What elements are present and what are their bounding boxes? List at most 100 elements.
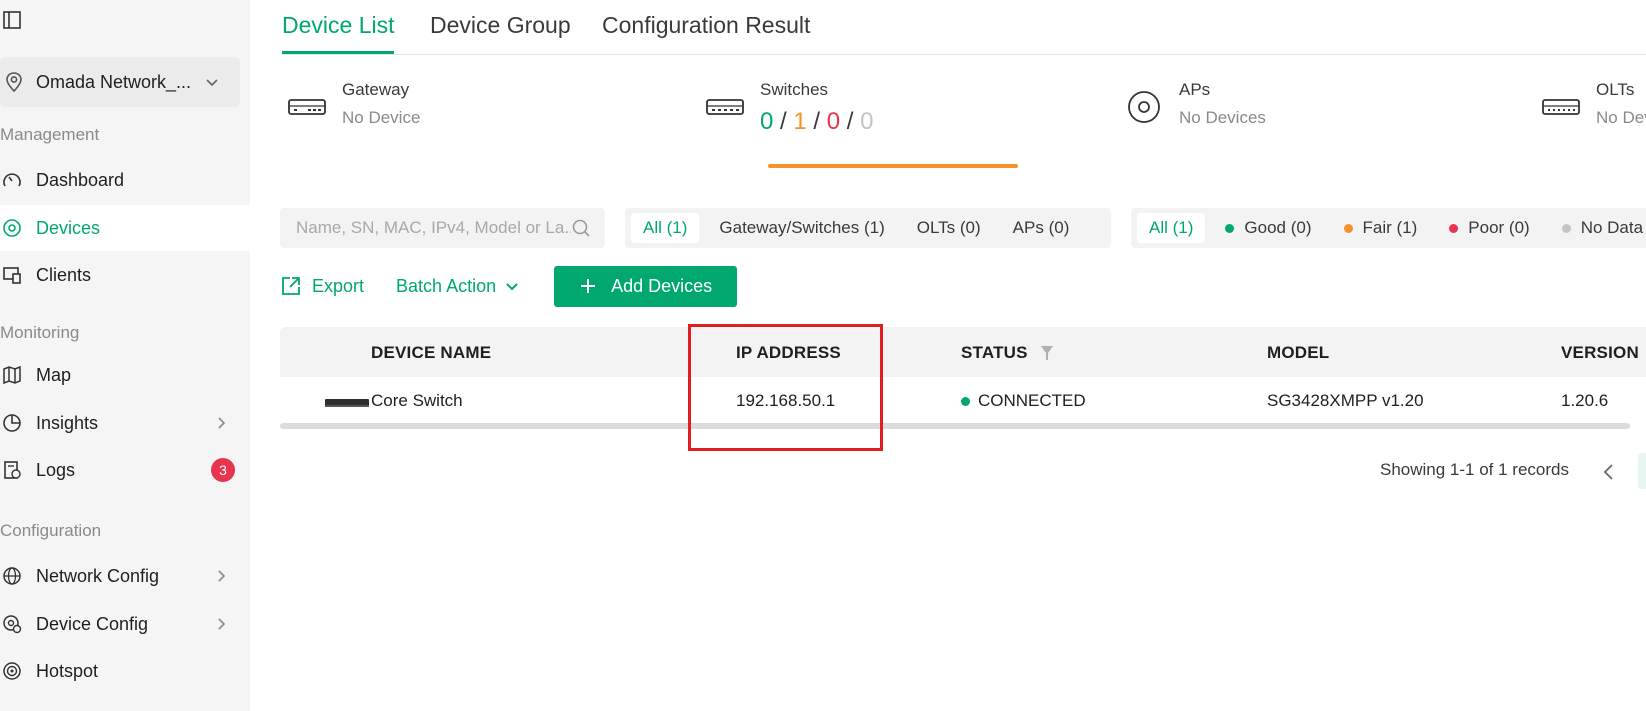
- site-selector[interactable]: Omada Network_...: [0, 57, 240, 107]
- chevron-right-icon: [218, 570, 226, 582]
- sidebar-item-devices[interactable]: Devices: [0, 205, 250, 251]
- count-separator: /: [813, 108, 821, 135]
- olt-icon: [1542, 99, 1580, 115]
- location-pin-icon: [6, 72, 22, 93]
- tab-configuration-result[interactable]: Configuration Result: [602, 12, 810, 51]
- gateway-status: No Device: [342, 108, 421, 127]
- device-config-icon: [3, 615, 22, 634]
- table-header: DEVICE NAME IP ADDRESS STATUS MODEL VERS…: [280, 327, 1646, 377]
- dashboard-icon: [3, 173, 21, 187]
- pagination-summary: Showing 1-1 of 1 records: [1380, 460, 1569, 479]
- filter-no-data-label: No Data: [1580, 218, 1644, 237]
- aps-status: No Devices: [1179, 108, 1266, 127]
- filter-fair[interactable]: Fair (1): [1332, 213, 1430, 243]
- clients-icon: [3, 267, 21, 284]
- switch-count-fair: 1: [793, 108, 807, 135]
- sidebar-item-label: Clients: [36, 264, 92, 285]
- summary-olts[interactable]: OLTs No Devices: [1540, 80, 1646, 128]
- sidebar-item-dashboard[interactable]: Dashboard: [0, 157, 250, 203]
- chevron-right-icon: [218, 618, 226, 630]
- good-dot: [1225, 223, 1235, 233]
- section-configuration: Configuration: [0, 521, 102, 540]
- logs-count-badge: 3: [211, 458, 235, 482]
- search-input[interactable]: [296, 218, 571, 238]
- section-monitoring: Monitoring: [0, 323, 80, 342]
- search-icon[interactable]: [571, 218, 591, 238]
- horizontal-scrollbar[interactable]: [280, 423, 1630, 429]
- column-model[interactable]: MODEL: [1267, 343, 1329, 363]
- filter-aps[interactable]: APs (0): [1001, 213, 1082, 243]
- version-cell: 1.20.6: [1561, 391, 1609, 410]
- filter-all-types[interactable]: All (1): [631, 213, 700, 243]
- section-management: Management: [0, 125, 100, 144]
- export-label: Export: [312, 275, 365, 296]
- summary-gateway[interactable]: Gateway No Device: [286, 80, 420, 128]
- sidebar-item-map[interactable]: Map: [0, 352, 250, 398]
- filter-icon[interactable]: [1040, 345, 1054, 361]
- sidebar-item-network-config[interactable]: Network Config: [0, 553, 250, 599]
- export-icon: [282, 277, 300, 295]
- sidebar-item-label: Logs: [36, 459, 76, 480]
- gateway-icon: [288, 99, 326, 115]
- sidebar-item-label: Dashboard: [36, 169, 125, 190]
- column-status[interactable]: STATUS: [961, 343, 1054, 363]
- health-filter: All (1) Good (0) Fair (1) Poor (0) No Da…: [1131, 208, 1646, 248]
- summary-switches[interactable]: Switches 0 / 1 / 0 / 0: [704, 80, 873, 136]
- chevron-right-icon: [218, 417, 226, 429]
- count-separator: /: [780, 108, 787, 135]
- switch-thumbnail: [325, 399, 369, 407]
- logs-icon: [4, 461, 21, 479]
- device-table: DEVICE NAME IP ADDRESS STATUS MODEL VERS…: [280, 327, 1646, 429]
- chevron-left-icon[interactable]: [1600, 462, 1618, 482]
- filter-gateway-switches[interactable]: Gateway/Switches (1): [707, 213, 896, 243]
- batch-action-dropdown[interactable]: Batch Action: [396, 276, 520, 297]
- tab-bar: Device List Device Group Configuration R…: [282, 0, 1646, 55]
- sidebar-item-insights[interactable]: Insights: [0, 400, 250, 446]
- status-label: CONNECTED: [978, 391, 1086, 410]
- add-devices-label: Add Devices: [611, 275, 713, 296]
- switch-icon: [706, 99, 744, 115]
- sidebar-item-hotspot[interactable]: Hotspot: [0, 648, 250, 694]
- highlight-box: [688, 324, 883, 451]
- column-device-name[interactable]: DEVICE NAME: [371, 343, 491, 363]
- panel-toggle-icon[interactable]: [2, 10, 22, 30]
- summary-aps[interactable]: APs No Devices: [1123, 80, 1266, 128]
- filter-no-data[interactable]: No Data: [1550, 213, 1646, 243]
- action-bar: Export Batch Action Add Devices: [280, 265, 738, 307]
- aps-title: APs: [1179, 80, 1211, 99]
- sidebar-item-device-config[interactable]: Device Config: [0, 601, 250, 647]
- status-cell: CONNECTED: [961, 391, 1086, 411]
- device-search[interactable]: [280, 208, 605, 248]
- switch-count-pending: 0: [860, 108, 874, 135]
- globe-icon: [3, 567, 21, 585]
- filter-all-health[interactable]: All (1): [1137, 213, 1206, 243]
- batch-action-label: Batch Action: [396, 275, 497, 296]
- count-separator: /: [846, 108, 854, 135]
- page-button[interactable]: [1638, 453, 1646, 489]
- sidebar-item-label: Hotspot: [36, 660, 99, 681]
- column-version[interactable]: VERSION: [1561, 343, 1639, 363]
- insights-icon: [3, 414, 21, 432]
- sidebar-item-logs[interactable]: Logs 3: [0, 447, 250, 493]
- model-cell: SG3428XMPP v1.20: [1267, 391, 1424, 410]
- sidebar-item-label: Network Config: [36, 565, 160, 586]
- tab-device-group[interactable]: Device Group: [430, 12, 571, 51]
- filter-olts[interactable]: OLTs (0): [905, 213, 993, 243]
- add-devices-button[interactable]: Add Devices: [554, 265, 738, 307]
- switch-counts: 0 / 1 / 0 / 0: [760, 108, 873, 136]
- export-button[interactable]: Export: [280, 275, 364, 297]
- olts-status: No Devices: [1596, 108, 1646, 127]
- column-status-label: STATUS: [961, 343, 1028, 362]
- gateway-title: Gateway: [342, 80, 410, 99]
- map-icon: [3, 365, 21, 385]
- hotspot-icon: [3, 662, 21, 680]
- no-data-dot: [1561, 223, 1571, 233]
- filter-good[interactable]: Good (0): [1213, 213, 1323, 243]
- site-name: Omada Network_...: [36, 71, 192, 92]
- table-row[interactable]: Core Switch 192.168.50.1 CONNECTED SG342…: [280, 377, 1646, 425]
- tab-device-list[interactable]: Device List: [282, 12, 395, 54]
- sidebar-item-clients[interactable]: Clients: [0, 252, 250, 298]
- filter-good-label: Good (0): [1244, 218, 1312, 237]
- filter-poor[interactable]: Poor (0): [1437, 213, 1541, 243]
- device-name-cell[interactable]: Core Switch: [371, 391, 463, 411]
